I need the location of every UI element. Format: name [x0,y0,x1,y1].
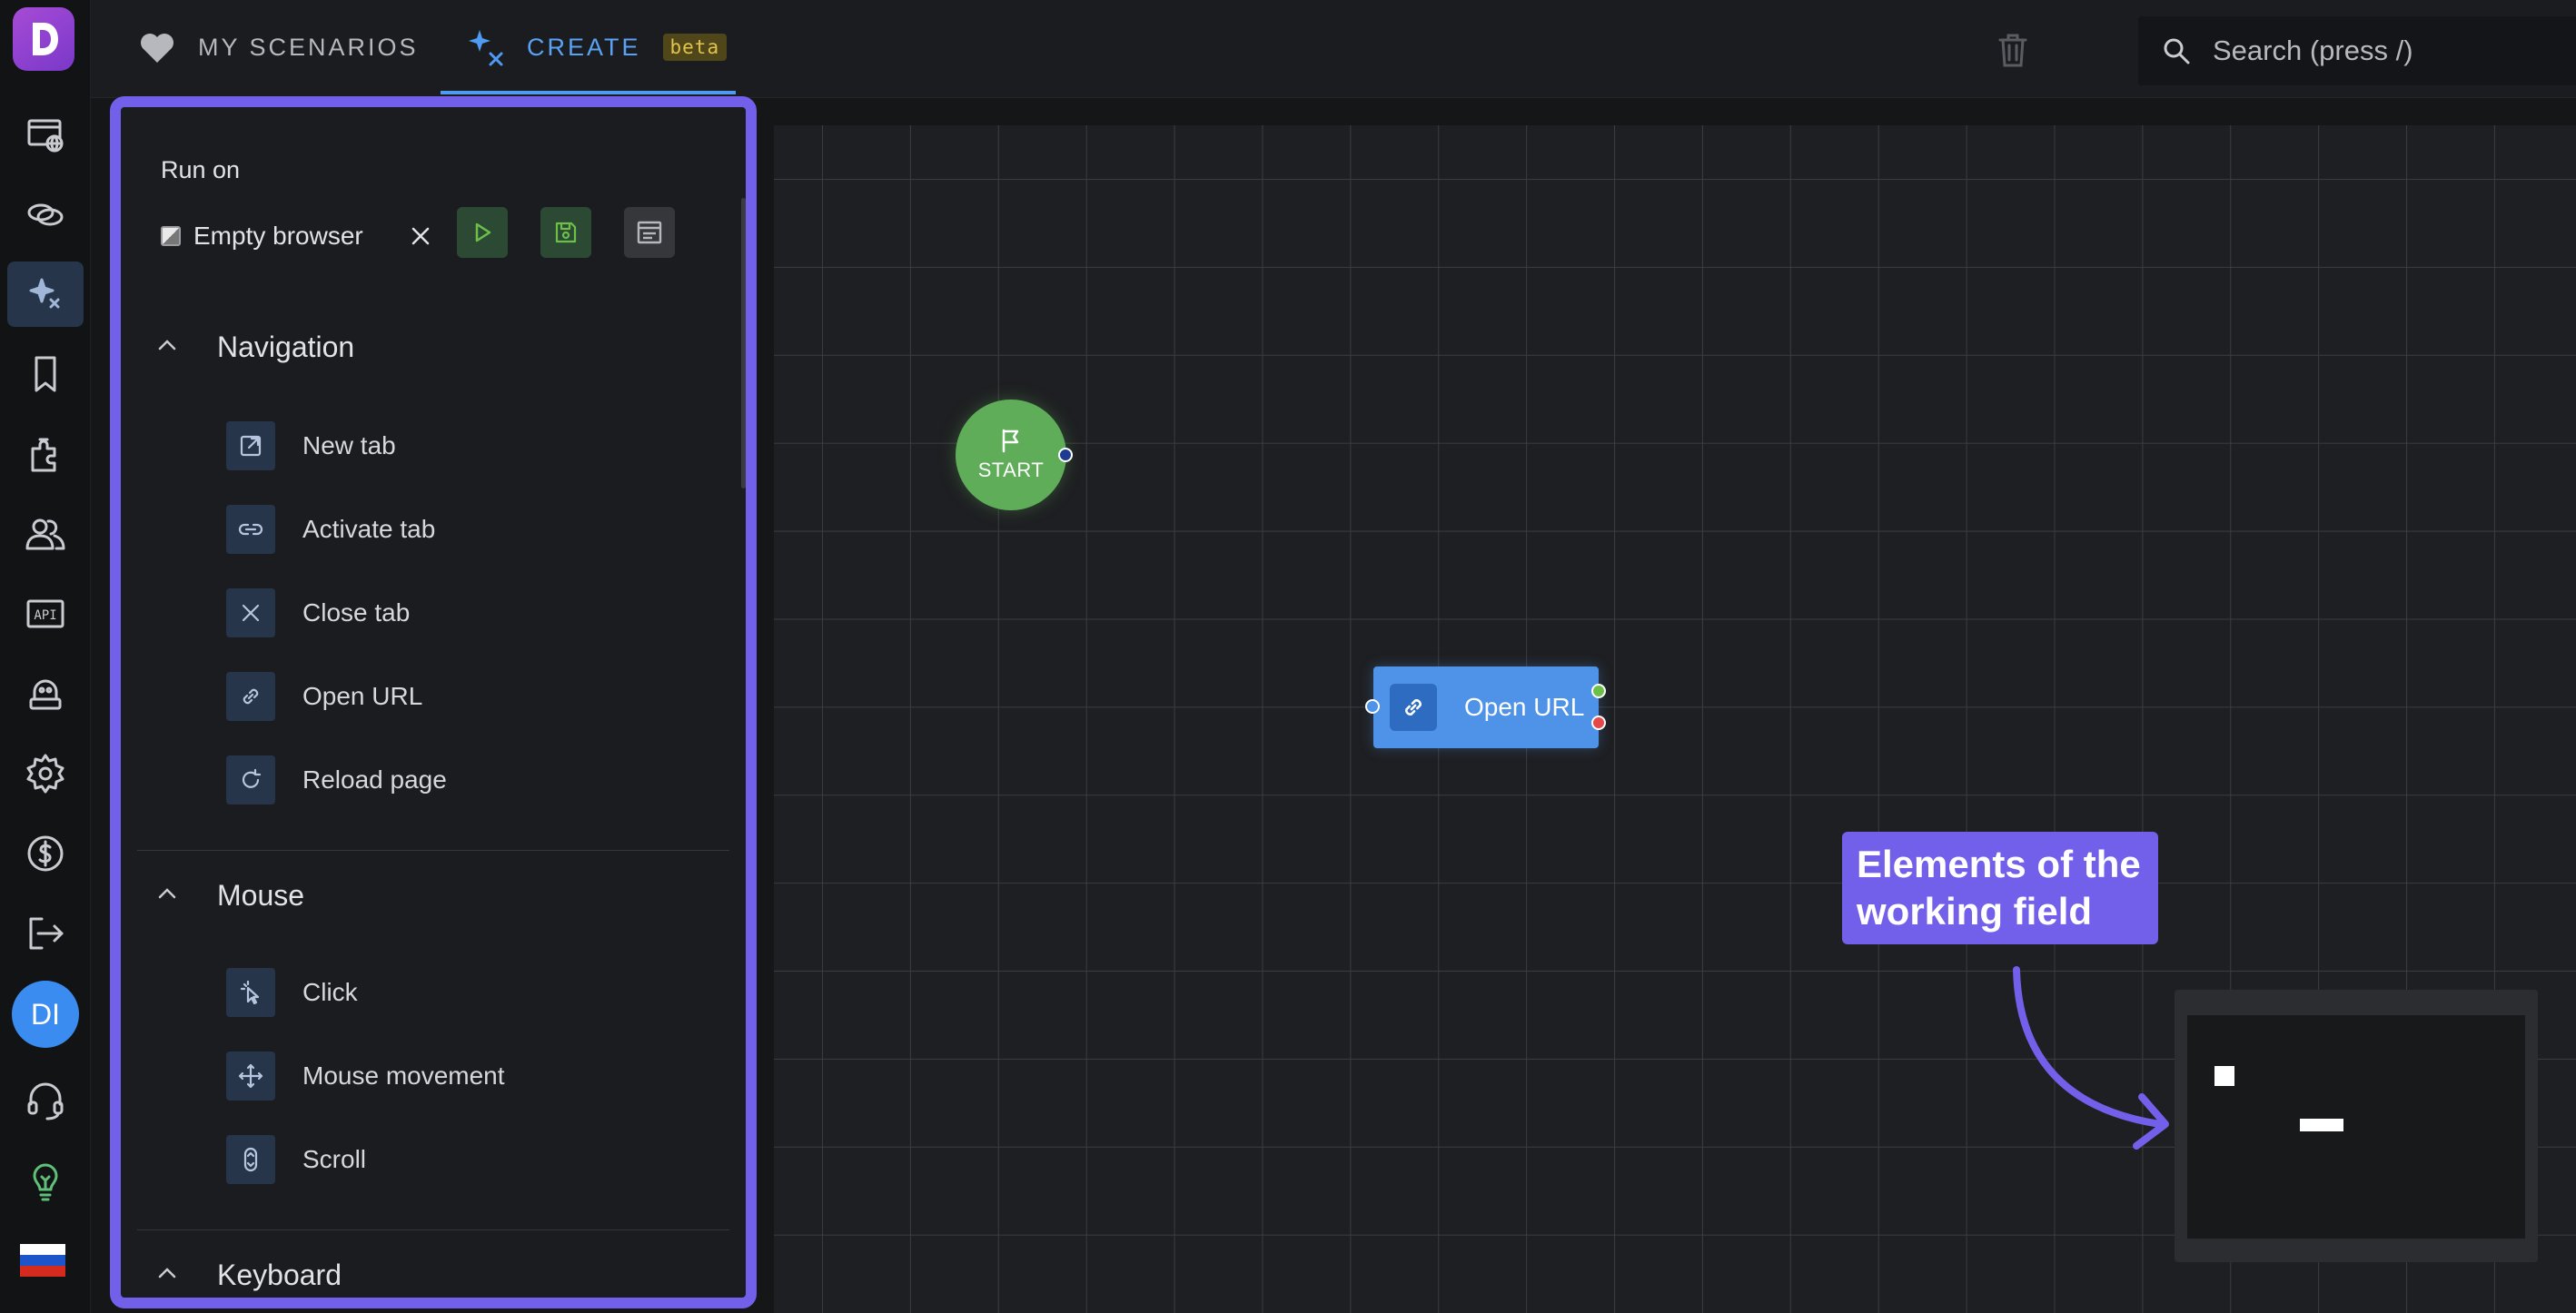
reload-icon [226,755,275,805]
cursor-click-icon [226,968,275,1017]
left-rail: API DI [0,0,91,1313]
run-on-label: Run on [161,156,241,183]
active-tab-indicator [441,91,736,94]
action-activate-tab[interactable]: Activate tab [226,501,698,558]
settings-icon[interactable] [7,741,84,806]
move-arrows-icon [226,1051,275,1101]
section-title: Keyboard [217,1258,342,1291]
node-success-port[interactable] [1591,684,1606,698]
browser-checkbox[interactable] [161,226,181,246]
browser-label: Empty browser [193,222,363,250]
section-divider [137,1229,729,1230]
play-icon [475,222,491,242]
rail-item-create[interactable] [7,262,84,327]
save-icon [555,222,577,243]
action-open-url[interactable]: Open URL [226,668,698,725]
save-button[interactable] [540,207,591,258]
open-url-node[interactable]: Open URL [1373,666,1599,748]
section-title: Navigation [217,330,355,363]
annotation-arrow-icon [2013,966,2169,1150]
node-error-port[interactable] [1591,716,1606,730]
start-node[interactable]: START [956,400,1066,510]
logs-button[interactable] [624,207,675,258]
close-icon [411,227,430,245]
minimap-start-node [2214,1066,2234,1086]
actions-panel: Run on Empty browser Navigation New tab [110,96,757,1308]
api-icon[interactable]: API [7,581,84,647]
lightbulb-icon[interactable] [7,1150,84,1215]
run-button[interactable] [457,207,508,258]
section-title: Mouse [217,878,305,912]
logs-icon [637,221,662,244]
extensions-icon[interactable] [7,421,84,487]
minimap-url-node [2300,1119,2343,1131]
team-icon[interactable] [7,501,84,567]
logout-icon[interactable] [7,901,84,966]
link-icon [226,505,275,554]
browser-selector[interactable]: Empty browser [161,209,363,263]
close-icon [226,588,275,637]
language-flag-icon[interactable] [20,1244,65,1277]
scroll-icon [226,1135,275,1184]
search-input[interactable] [2211,34,2576,68]
chain-link-icon [226,672,275,721]
external-link-icon [226,421,275,470]
clear-browser-button[interactable] [402,209,439,263]
bookmark-icon[interactable] [7,341,84,407]
chevron-up-icon [158,888,176,899]
avatar[interactable]: DI [12,981,79,1048]
search-box [2138,16,2576,85]
sparkle-icon [469,30,503,66]
top-bar: MY SCENARIOS CREATE beta [91,0,2576,98]
node-label: Open URL [1464,693,1585,721]
action-close-tab[interactable]: Close tab [226,585,698,641]
svg-text:API: API [34,608,56,623]
section-divider [137,850,729,851]
section-navigation[interactable]: Navigation [121,320,746,374]
panel-scrollbar[interactable] [741,198,746,489]
support-headset-icon[interactable] [7,1068,84,1133]
heart-icon [141,34,173,63]
tab-my-scenarios[interactable]: MY SCENARIOS [138,0,419,94]
automation-icon[interactable] [7,661,84,726]
node-input-port[interactable] [1365,699,1380,714]
beta-badge: beta [662,34,728,61]
minimap-viewport[interactable] [2187,1015,2525,1239]
billing-icon[interactable] [7,821,84,886]
section-keyboard[interactable]: Keyboard [121,1248,746,1298]
trash-icon[interactable] [1996,31,2029,74]
action-reload-page[interactable]: Reload page [226,752,698,808]
action-new-tab[interactable]: New tab [226,418,698,474]
tab-create[interactable]: CREATE beta [465,0,728,94]
app-logo[interactable] [13,7,74,71]
browser-profiles-icon[interactable] [7,102,84,167]
minimap[interactable] [2175,990,2538,1262]
action-click[interactable]: Click [226,964,698,1021]
start-label: START [977,459,1045,481]
chevron-up-icon [158,340,176,350]
action-mouse-movement[interactable]: Mouse movement [226,1048,698,1104]
chain-link-icon [1390,684,1437,731]
action-scroll[interactable]: Scroll [226,1131,698,1188]
annotation-callout: Elements of the working field [1842,832,2158,944]
start-output-port[interactable] [1058,448,1073,462]
proxies-icon[interactable] [7,182,84,247]
flag-icon [1002,429,1019,453]
chevron-up-icon [158,1268,176,1278]
section-mouse[interactable]: Mouse [121,868,746,923]
search-icon [2164,38,2190,64]
